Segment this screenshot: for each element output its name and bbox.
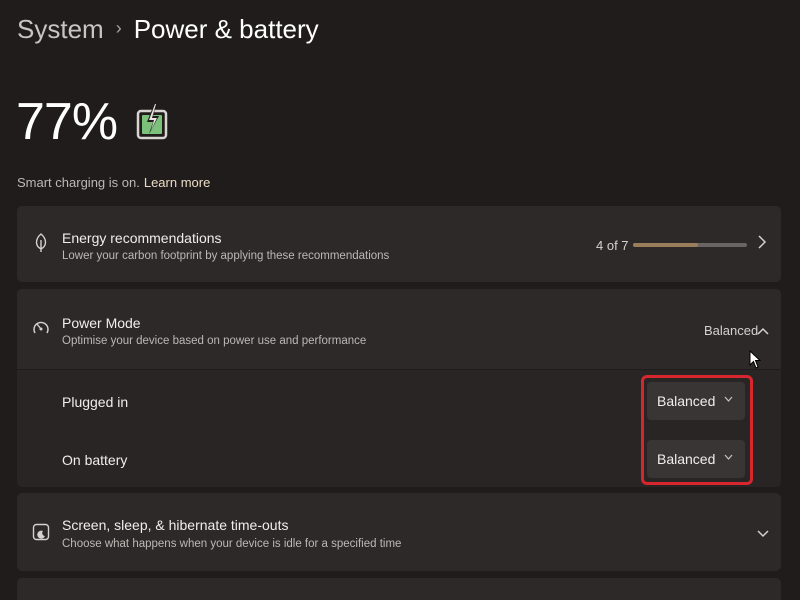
breadcrumb: System › Power & battery (17, 14, 319, 45)
energy-recommendations-card[interactable]: Energy recommendations Lower your carbon… (17, 206, 781, 282)
energy-title: Energy recommendations (62, 230, 222, 246)
screen-sleep-subtitle: Choose what happens when your device is … (62, 538, 402, 550)
smart-charging-label: Smart charging is on. (17, 175, 140, 190)
power-mode-title: Power Mode (62, 315, 141, 331)
chevron-up-icon[interactable] (757, 323, 769, 339)
smart-charging-text: Smart charging is on. Learn more (17, 175, 210, 190)
energy-progress-label: 4 of 7 (596, 238, 629, 253)
energy-progress-bar (633, 243, 747, 247)
power-mode-value: Balanced (704, 323, 759, 338)
on-battery-label: On battery (62, 452, 128, 468)
screen-sleep-title: Screen, sleep, & hibernate time-outs (62, 517, 289, 533)
power-mode-icon (31, 318, 51, 338)
energy-subtitle: Lower your carbon footprint by applying … (62, 250, 390, 262)
power-mode-header[interactable]: Power Mode Optimise your device based on… (17, 289, 781, 369)
battery-charging-icon (135, 101, 171, 147)
learn-more-link[interactable]: Learn more (144, 175, 210, 190)
breadcrumb-system[interactable]: System (17, 14, 104, 45)
page-title: Power & battery (133, 14, 319, 44)
chevron-down-icon[interactable] (757, 526, 769, 542)
screen-sleep-card[interactable]: Screen, sleep, & hibernate time-outs Cho… (17, 493, 781, 571)
energy-progress-fill (633, 243, 699, 247)
battery-percentage: 77% (16, 93, 118, 151)
chevron-right-icon (757, 235, 767, 252)
plugged-in-label: Plugged in (62, 394, 129, 410)
leaf-icon (31, 233, 51, 253)
breadcrumb-chevron-icon: › (115, 18, 122, 38)
next-settings-card[interactable] (17, 578, 781, 600)
mouse-cursor-icon (749, 349, 762, 375)
screen-sleep-icon (31, 522, 51, 542)
battery-status: 77% (16, 92, 171, 152)
power-mode-subtitle: Optimise your device based on power use … (62, 335, 367, 347)
highlight-annotation (641, 375, 753, 485)
